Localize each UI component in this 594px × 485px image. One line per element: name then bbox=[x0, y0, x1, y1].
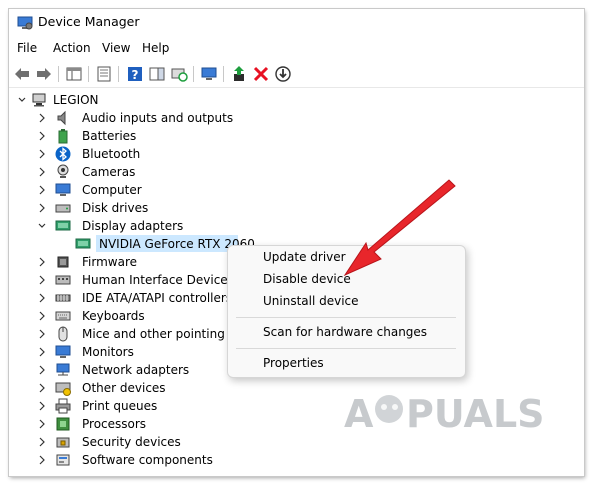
tree-item-bluetooth[interactable]: Bluetooth bbox=[37, 145, 337, 163]
device-manager-icon bbox=[17, 16, 33, 30]
chevron-right-icon[interactable] bbox=[37, 307, 47, 325]
tree-item-monitors[interactable]: Monitors bbox=[37, 343, 227, 361]
appuals-watermark-logo: A PUALS bbox=[344, 392, 545, 436]
keyboard-icon bbox=[55, 311, 71, 321]
action-pane-icon[interactable] bbox=[148, 65, 166, 83]
unknown-device-icon bbox=[55, 382, 71, 396]
tree-item-network-adapters[interactable]: Network adapters bbox=[37, 361, 227, 379]
chevron-right-icon[interactable] bbox=[37, 415, 47, 433]
svg-text:PUALS: PUALS bbox=[406, 392, 545, 436]
tree-item-batteries[interactable]: Batteries bbox=[37, 127, 337, 145]
monitor-icon bbox=[55, 183, 71, 196]
chevron-right-icon[interactable] bbox=[37, 433, 47, 451]
display-adapter-icon bbox=[75, 238, 91, 249]
chevron-down-icon[interactable] bbox=[37, 217, 47, 235]
update-driver-icon[interactable] bbox=[230, 65, 248, 83]
chevron-right-icon[interactable] bbox=[37, 181, 47, 199]
bluetooth-icon bbox=[55, 146, 71, 162]
tree-item-nvidia-geforce-rtx-2060[interactable]: NVIDIA GeForce RTX 2060 bbox=[75, 235, 255, 253]
display-adapter-icon bbox=[55, 220, 71, 231]
printer-icon bbox=[55, 398, 71, 414]
forward-arrow-icon[interactable] bbox=[35, 65, 53, 83]
tree-item-cameras[interactable]: Cameras bbox=[37, 163, 337, 181]
disable-device-icon[interactable] bbox=[274, 65, 292, 83]
tree-item-display-adapters[interactable]: Display adapters bbox=[37, 217, 337, 235]
tree-item-processors[interactable]: Processors bbox=[37, 415, 227, 433]
chevron-right-icon[interactable] bbox=[37, 127, 47, 145]
chevron-right-icon[interactable] bbox=[37, 289, 47, 307]
battery-icon bbox=[58, 129, 68, 144]
chevron-right-icon[interactable] bbox=[37, 361, 47, 379]
menu-separator bbox=[236, 348, 456, 349]
properties-icon[interactable] bbox=[95, 65, 113, 83]
chevron-right-icon[interactable] bbox=[37, 343, 47, 361]
tree-item-audio[interactable]: Audio inputs and outputs bbox=[37, 109, 337, 127]
chevron-right-icon[interactable] bbox=[37, 397, 47, 415]
menu-help[interactable]: Help bbox=[142, 41, 169, 55]
chevron-right-icon[interactable] bbox=[37, 379, 47, 397]
back-arrow-icon[interactable] bbox=[13, 65, 31, 83]
ide-controller-icon bbox=[55, 294, 71, 302]
scan-hardware-changes-menu-item[interactable]: Scan for hardware changes bbox=[263, 325, 427, 339]
chevron-right-icon[interactable] bbox=[37, 199, 47, 217]
tree-item-software-components[interactable]: Software components bbox=[37, 451, 227, 469]
update-driver-menu-item[interactable]: Update driver bbox=[263, 250, 346, 264]
menu-separator bbox=[236, 317, 456, 318]
disk-drive-icon bbox=[55, 204, 71, 213]
tree-item-keyboards[interactable]: Keyboards bbox=[37, 307, 227, 325]
menu-action[interactable]: Action bbox=[53, 41, 91, 55]
mouse-icon bbox=[58, 326, 68, 342]
show-hide-console-tree-icon[interactable] bbox=[65, 65, 83, 83]
tree-item-print-queues[interactable]: Print queues bbox=[37, 397, 227, 415]
toolbar: ? bbox=[9, 61, 584, 88]
chevron-right-icon[interactable] bbox=[37, 271, 47, 289]
help-icon[interactable]: ? bbox=[126, 65, 144, 83]
svg-text:?: ? bbox=[132, 68, 139, 82]
menu-view[interactable]: View bbox=[102, 41, 130, 55]
chevron-down-icon[interactable] bbox=[17, 91, 27, 109]
software-component-icon bbox=[56, 454, 70, 466]
tree-item-security-devices[interactable]: Security devices bbox=[37, 433, 227, 451]
tree-item-firmware[interactable]: Firmware bbox=[37, 253, 227, 271]
network-adapter-icon bbox=[56, 363, 70, 376]
disable-device-menu-item[interactable]: Disable device bbox=[263, 272, 351, 286]
scan-hardware-changes-icon[interactable] bbox=[170, 65, 188, 83]
tree-item-disk-drives[interactable]: Disk drives bbox=[37, 199, 337, 217]
hid-icon bbox=[55, 275, 71, 285]
firmware-chip-icon bbox=[57, 256, 69, 268]
processor-icon bbox=[56, 417, 70, 431]
security-device-icon bbox=[56, 437, 70, 448]
chevron-right-icon[interactable] bbox=[37, 253, 47, 271]
chevron-right-icon[interactable] bbox=[37, 109, 47, 127]
menu-bar: File Action View Help bbox=[9, 39, 584, 59]
computer-icon bbox=[32, 93, 46, 107]
tree-root-legion[interactable]: LEGION bbox=[17, 91, 217, 109]
webcam-icon bbox=[57, 164, 69, 178]
properties-menu-item[interactable]: Properties bbox=[263, 356, 324, 370]
chevron-right-icon[interactable] bbox=[37, 163, 47, 181]
monitor-icon bbox=[55, 345, 71, 358]
window-title: Device Manager bbox=[38, 14, 140, 29]
svg-text:A: A bbox=[344, 392, 374, 436]
speaker-icon bbox=[57, 110, 66, 126]
tree-item-other-devices[interactable]: Other devices bbox=[37, 379, 227, 397]
monitor-icon[interactable] bbox=[200, 65, 218, 83]
tree-item-mice-and-other-pointing-devices[interactable]: Mice and other pointing devices bbox=[37, 325, 235, 343]
tree-item-human-interface-devices[interactable]: Human Interface Devices bbox=[37, 271, 234, 289]
chevron-right-icon[interactable] bbox=[37, 451, 47, 469]
tree-item-ide-ata-atapi-controllers[interactable]: IDE ATA/ATAPI controllers bbox=[37, 289, 232, 307]
chevron-right-icon[interactable] bbox=[37, 325, 47, 343]
tree-item-computer[interactable]: Computer bbox=[37, 181, 337, 199]
menu-file[interactable]: File bbox=[17, 41, 37, 55]
context-menu: Update driver Disable device Uninstall d… bbox=[227, 245, 466, 378]
uninstall-device-menu-item[interactable]: Uninstall device bbox=[263, 294, 359, 308]
chevron-right-icon[interactable] bbox=[37, 145, 47, 163]
uninstall-device-icon[interactable] bbox=[252, 65, 270, 83]
title-bar: Device Manager bbox=[9, 9, 584, 37]
